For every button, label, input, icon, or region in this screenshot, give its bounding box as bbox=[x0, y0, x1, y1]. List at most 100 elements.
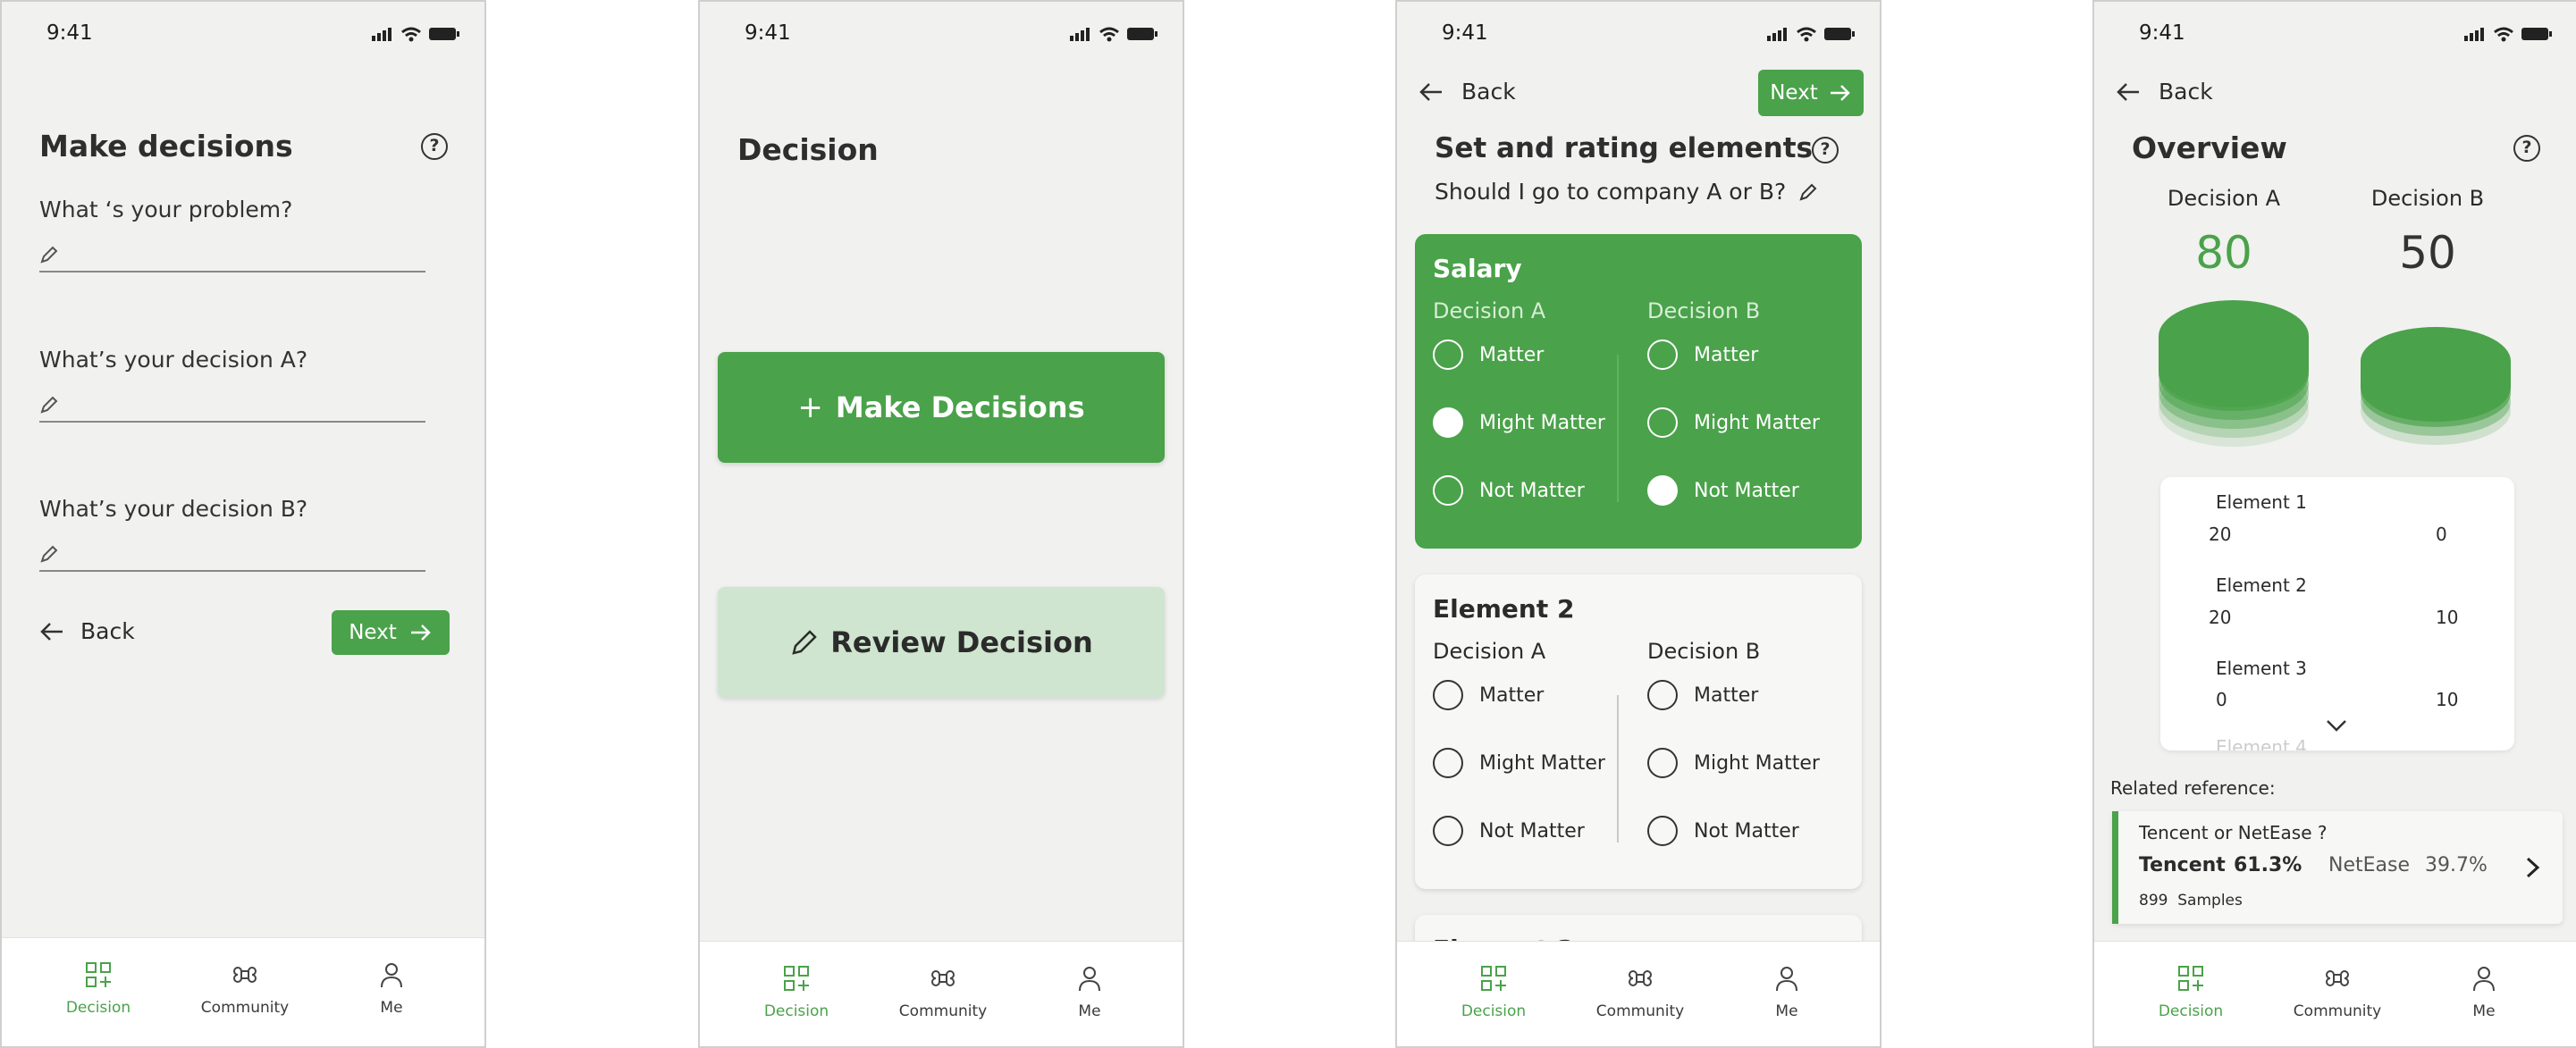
command-icon bbox=[2326, 970, 2349, 986]
element-value-b: 10 bbox=[2436, 607, 2459, 628]
arrow-left-icon bbox=[40, 622, 63, 641]
radio-circle bbox=[1433, 475, 1463, 506]
radio-a-matter[interactable]: Matter bbox=[1433, 677, 1544, 713]
coin-stack-b bbox=[2361, 327, 2511, 445]
tab-community[interactable]: Community bbox=[889, 965, 997, 1020]
element-card-2: Element 2 Decision A Decision B Matter M… bbox=[1415, 574, 1862, 889]
arrow-left-icon bbox=[1419, 82, 1442, 101]
radio-b-not-matter[interactable]: Not Matter bbox=[1647, 473, 1799, 508]
review-decision-label: Review Decision bbox=[830, 625, 1093, 659]
tab-me[interactable]: Me bbox=[1036, 965, 1143, 1020]
back-button[interactable]: Back bbox=[2116, 79, 2213, 105]
option-label: Might Matter bbox=[1479, 411, 1605, 434]
related-reference-label: Related reference: bbox=[2110, 777, 2276, 799]
tab-me[interactable]: Me bbox=[1733, 965, 1840, 1020]
radio-b-might-matter[interactable]: Might Matter bbox=[1647, 405, 1820, 440]
help-icon[interactable]: ? bbox=[1812, 137, 1839, 163]
decision-b-input[interactable] bbox=[39, 570, 425, 572]
tab-bar: Decision Community Me bbox=[700, 941, 1183, 1046]
reference-samples: 899 Samples bbox=[2139, 892, 2243, 910]
make-decisions-button[interactable]: + Make Decisions bbox=[718, 352, 1165, 463]
radio-a-might-matter[interactable]: Might Matter bbox=[1433, 745, 1605, 781]
plus-icon: + bbox=[797, 390, 823, 425]
pencil-icon[interactable] bbox=[1798, 182, 1818, 202]
card-title: Salary bbox=[1433, 254, 1522, 283]
pencil-icon bbox=[40, 545, 58, 563]
radio-circle bbox=[1647, 748, 1678, 778]
tab-community[interactable]: Community bbox=[2284, 965, 2391, 1020]
option-label: Not Matter bbox=[1479, 479, 1585, 502]
element-card-salary: Salary Decision A Decision B Matter Migh… bbox=[1415, 234, 1862, 549]
tab-decision[interactable]: Decision bbox=[45, 961, 152, 1017]
radio-circle bbox=[1433, 340, 1463, 370]
problem-input[interactable] bbox=[39, 271, 425, 272]
status-icons bbox=[1767, 27, 1855, 42]
screen-make-decisions: 9:41 Make decisions ? What ‘s your probl… bbox=[0, 0, 486, 1048]
arrow-right-icon bbox=[410, 625, 431, 641]
status-icons bbox=[2464, 27, 2552, 42]
radio-a-might-matter[interactable]: Might Matter bbox=[1433, 405, 1605, 440]
next-label: Next bbox=[349, 621, 397, 644]
help-icon[interactable]: ? bbox=[2513, 135, 2540, 162]
command-icon bbox=[931, 970, 955, 986]
chevron-right-icon[interactable] bbox=[2525, 856, 2541, 879]
problem-label: What ‘s your problem? bbox=[39, 197, 293, 222]
radio-b-might-matter[interactable]: Might Matter bbox=[1647, 745, 1820, 781]
radio-a-matter[interactable]: Matter bbox=[1433, 337, 1544, 373]
reference-accent-bar bbox=[2112, 811, 2118, 924]
radio-circle bbox=[1647, 680, 1678, 710]
person-icon bbox=[1776, 967, 1797, 992]
tab-decision[interactable]: Decision bbox=[2137, 965, 2244, 1020]
radio-circle-selected bbox=[1647, 475, 1678, 506]
tab-decision[interactable]: Decision bbox=[743, 965, 850, 1020]
tab-me[interactable]: Me bbox=[338, 961, 445, 1017]
score-a: 80 bbox=[2195, 227, 2252, 279]
pencil-icon bbox=[40, 396, 58, 414]
column-decision-b: Decision B bbox=[1647, 298, 1761, 323]
option-label: Matter bbox=[1694, 343, 1759, 366]
back-button[interactable]: Back bbox=[1418, 79, 1516, 105]
tab-label: Community bbox=[2293, 1002, 2382, 1020]
tab-community[interactable]: Community bbox=[191, 961, 299, 1017]
option-label: Might Matter bbox=[1694, 751, 1820, 775]
radio-b-matter[interactable]: Matter bbox=[1647, 337, 1758, 373]
arrow-left-icon bbox=[2117, 82, 2139, 101]
chevron-down-icon[interactable] bbox=[2325, 718, 2348, 733]
help-icon[interactable]: ? bbox=[421, 133, 448, 160]
radio-a-not-matter[interactable]: Not Matter bbox=[1433, 813, 1585, 849]
tab-me[interactable]: Me bbox=[2430, 965, 2538, 1020]
screen-set-rating: 9:41 Back Next Set and rating elements ?… bbox=[1395, 0, 1881, 1048]
next-button[interactable]: Next bbox=[1758, 70, 1864, 116]
tab-label: Me bbox=[1775, 1002, 1798, 1020]
decision-a-label: What’s your decision A? bbox=[39, 347, 308, 373]
page-title: Make decisions bbox=[39, 129, 293, 163]
tab-decision[interactable]: Decision bbox=[1440, 965, 1547, 1020]
review-decision-button[interactable]: Review Decision bbox=[718, 587, 1165, 698]
option-label: Not Matter bbox=[1694, 819, 1799, 843]
radio-a-not-matter[interactable]: Not Matter bbox=[1433, 473, 1585, 508]
decision-a-input[interactable] bbox=[39, 421, 425, 423]
pencil-icon bbox=[792, 630, 817, 655]
column-divider bbox=[1617, 695, 1619, 843]
element-value-b: 10 bbox=[2436, 689, 2459, 710]
option-label: Matter bbox=[1479, 683, 1545, 707]
back-label: Back bbox=[1461, 79, 1516, 105]
radio-circle bbox=[1647, 407, 1678, 438]
tab-label: Me bbox=[2472, 1002, 2496, 1020]
screen-overview: 9:41 Back Overview ? Decision A Decision… bbox=[2092, 0, 2576, 1048]
element-name: Element 2 bbox=[2216, 574, 2307, 596]
elements-table[interactable]: Element 1 20 0 Element 2 20 10 Element 3… bbox=[2160, 477, 2514, 750]
radio-b-matter[interactable]: Matter bbox=[1647, 677, 1758, 713]
back-label: Back bbox=[80, 618, 135, 644]
question-text: Should I go to company A or B? bbox=[1435, 179, 1787, 205]
element-value-b: 0 bbox=[2436, 524, 2447, 545]
reference-card[interactable]: Tencent or NetEase ? Tencent 61.3% NetEa… bbox=[2112, 811, 2563, 924]
tab-label: Me bbox=[1078, 1002, 1101, 1020]
tab-community[interactable]: Community bbox=[1587, 965, 1694, 1020]
arrow-right-icon bbox=[1830, 85, 1850, 101]
radio-b-not-matter[interactable]: Not Matter bbox=[1647, 813, 1799, 849]
back-button[interactable]: Back bbox=[39, 618, 135, 644]
command-icon bbox=[1629, 970, 1652, 986]
decision-grid-icon bbox=[1481, 966, 1506, 991]
next-button[interactable]: Next bbox=[332, 610, 450, 655]
